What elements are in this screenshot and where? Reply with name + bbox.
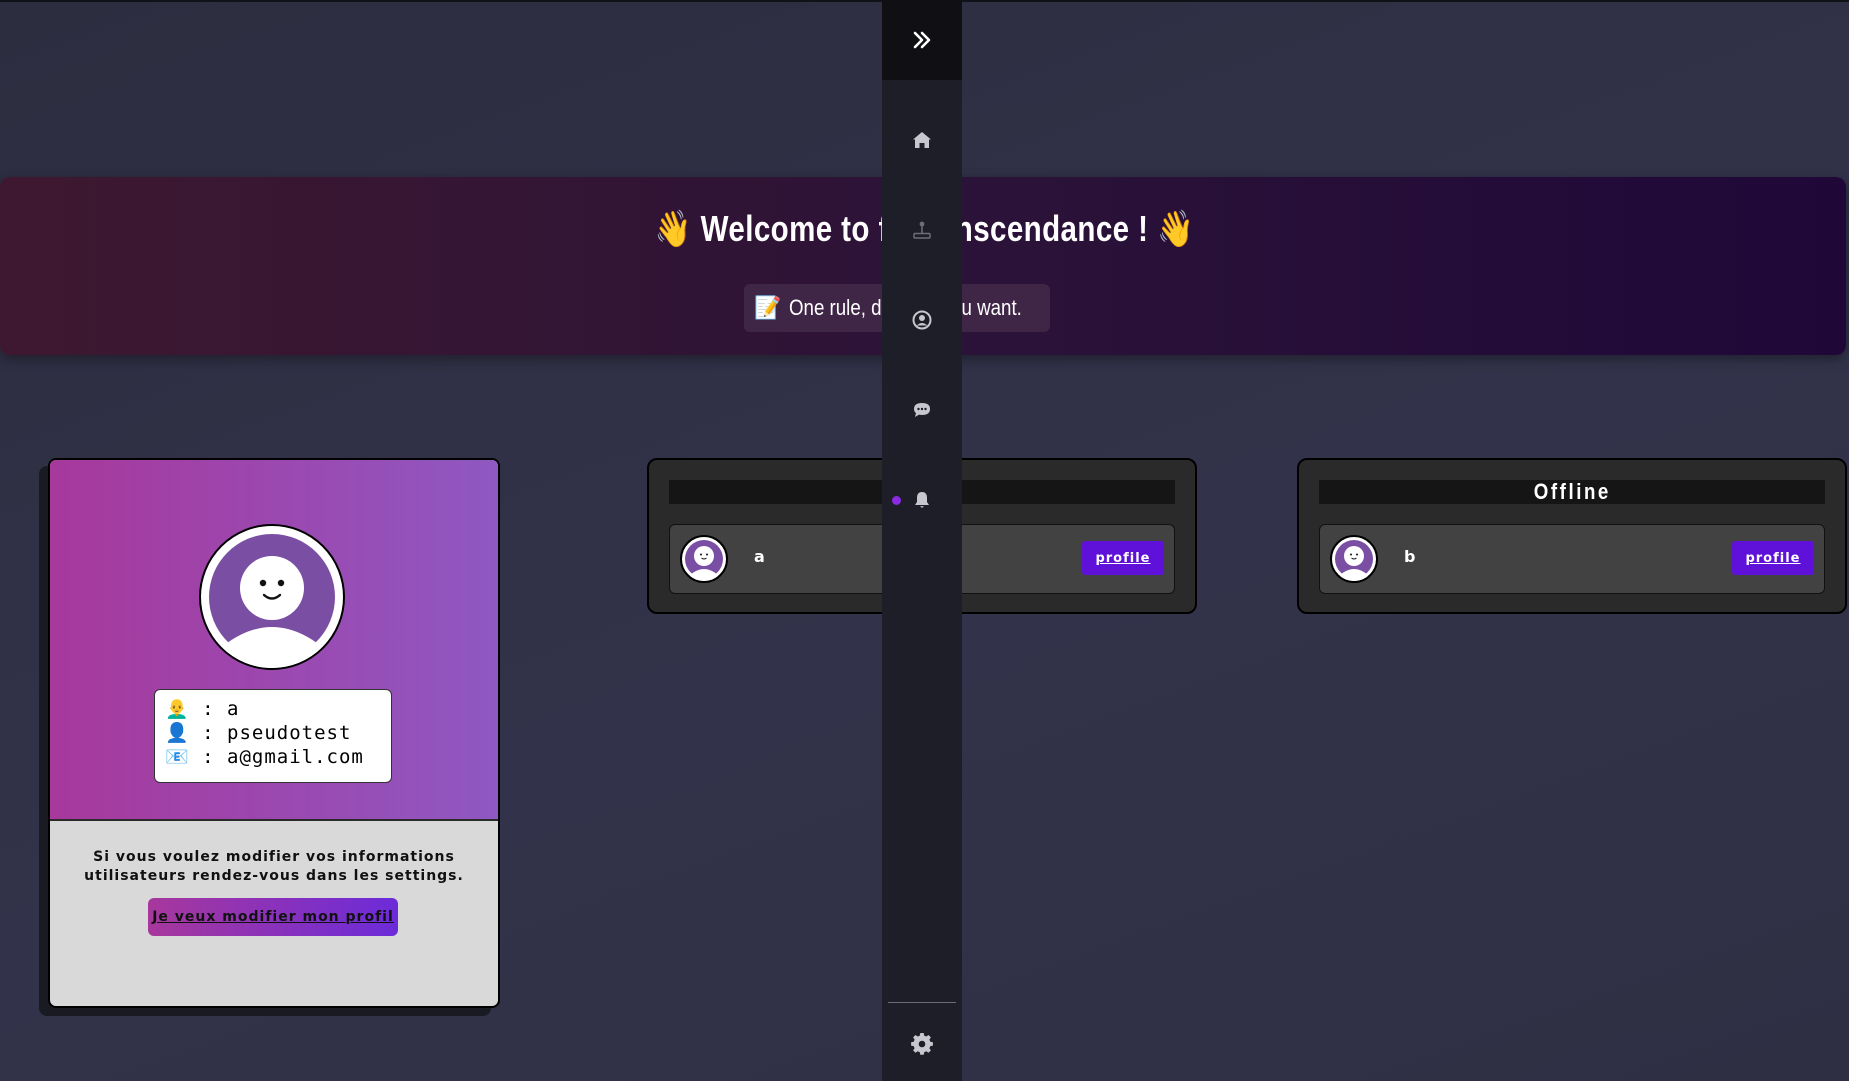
offline-friends-title: Offline (1319, 480, 1825, 504)
sidebar-item-game[interactable] (906, 214, 938, 246)
gear-icon (911, 1033, 933, 1055)
info-row-name: 👨‍🦲 : a (165, 698, 240, 720)
user-email-value: a@gmail.com (227, 746, 364, 768)
settings-hint-text: Si vous voulez modifier vos informations… (84, 849, 464, 884)
profile-card: 👨‍🦲 : a 👤 : pseudotest 📧 : a@gmail.com S… (48, 458, 500, 1008)
avatar (680, 535, 728, 583)
user-info-box: 👨‍🦲 : a 👤 : pseudotest 📧 : a@gmail.com (154, 689, 392, 783)
user-silhouette-emoji: 👤 (165, 722, 190, 744)
joystick-icon (913, 221, 931, 239)
profile-card-header: 👨‍🦲 : a 👤 : pseudotest 📧 : a@gmail.com (50, 460, 498, 821)
sidebar-toggle-button[interactable] (882, 0, 962, 80)
edit-profile-button[interactable]: Je veux modifier mon profil (148, 898, 398, 936)
notification-dot (892, 496, 901, 505)
profile-card-footer: Si vous voulez modifier vos informations… (50, 821, 498, 1006)
bell-icon (915, 492, 929, 508)
avatar (1330, 535, 1378, 583)
user-circle-icon (912, 310, 932, 330)
view-profile-button[interactable]: profile (1082, 541, 1164, 575)
home-icon (913, 132, 931, 148)
info-row-pseudo: 👤 : pseudotest (165, 722, 352, 744)
double-chevron-right-icon (913, 31, 931, 49)
memo-emoji: 📝 (754, 295, 782, 320)
sidebar-item-settings[interactable] (906, 1028, 938, 1060)
sidebar (882, 0, 962, 1081)
user-pseudo-value: pseudotest (227, 722, 352, 744)
list-item: b profile (1319, 524, 1825, 594)
friend-name: b (1404, 547, 1416, 566)
sidebar-divider (888, 1002, 956, 1003)
view-profile-button[interactable]: profile (1732, 541, 1814, 575)
friend-name: a (754, 547, 765, 566)
bald-man-emoji: 👨‍🦲 (165, 698, 190, 720)
info-row-email: 📧 : a@gmail.com (165, 746, 364, 768)
sidebar-item-chat[interactable] (906, 394, 938, 426)
avatar (199, 524, 345, 670)
chat-icon (914, 403, 930, 417)
sidebar-item-profile[interactable] (906, 304, 938, 336)
user-name-value: a (227, 698, 240, 720)
sidebar-item-home[interactable] (906, 124, 938, 156)
sidebar-item-notifications[interactable] (906, 484, 938, 516)
offline-friends-panel: Offline b profile (1297, 458, 1847, 614)
email-emoji: 📧 (165, 746, 190, 768)
